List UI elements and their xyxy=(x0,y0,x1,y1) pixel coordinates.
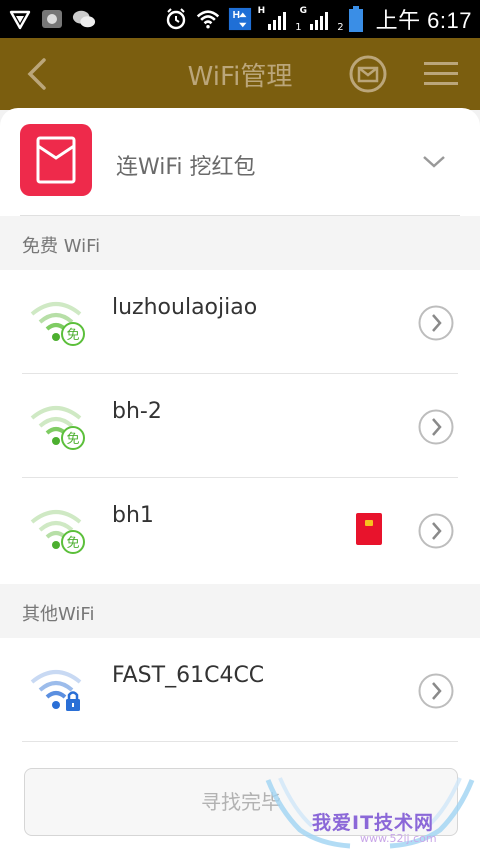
chevron-right-icon[interactable] xyxy=(418,409,454,445)
red-packet-badge-icon[interactable] xyxy=(355,512,383,546)
svg-text:H: H xyxy=(232,10,239,21)
app-security-icon xyxy=(40,7,64,31)
redpacket-panel-header[interactable]: 连WiFi 挖红包 xyxy=(0,108,480,216)
wifi-row-bh1[interactable]: 免 bh1 xyxy=(0,478,480,582)
chevron-right-icon[interactable] xyxy=(418,513,454,549)
alarm-icon xyxy=(164,7,188,31)
wifi-row-bh-2[interactable]: 免 bh-2 xyxy=(0,374,480,478)
free-wifi-section-header: 免费 WiFi xyxy=(0,216,480,271)
envelope-icon xyxy=(349,55,387,93)
free-wifi-icon: 免 xyxy=(28,296,90,348)
red-envelope-button[interactable] xyxy=(348,54,388,94)
signal-strength-sim1-icon: H 1 xyxy=(257,6,302,33)
data-transfer-icon: H xyxy=(228,7,252,31)
section-label: 其他WiFi xyxy=(22,604,95,625)
svg-text:免: 免 xyxy=(66,328,79,343)
free-wifi-icon: 免 xyxy=(28,504,90,556)
red-packet-icon xyxy=(20,124,92,196)
watermark-url: www.52ij.com xyxy=(360,832,437,845)
status-bar: H H 1 G 2 上午 6:17 xyxy=(0,0,480,38)
wifi-ssid: luzhoulaojiao xyxy=(112,295,258,320)
chevron-right-icon[interactable] xyxy=(418,673,454,709)
locked-wifi-icon xyxy=(28,664,90,716)
svg-text:免: 免 xyxy=(66,432,79,447)
shield-icon xyxy=(8,7,32,31)
divider xyxy=(22,741,458,742)
clock-time: 上午 6:17 xyxy=(375,8,472,33)
free-wifi-icon: 免 xyxy=(28,400,90,452)
wifi-ssid: bh1 xyxy=(112,503,154,528)
menu-button[interactable] xyxy=(424,60,458,88)
chevron-right-icon[interactable] xyxy=(418,305,454,341)
svg-text:免: 免 xyxy=(66,536,79,551)
wechat-icon xyxy=(72,7,96,31)
watermark-text: 我爱IT技术网 xyxy=(312,812,435,834)
battery-icon xyxy=(344,6,368,32)
wifi-row-fast-61c4cc[interactable]: FAST_61C4CC xyxy=(0,638,480,742)
chevron-down-icon[interactable] xyxy=(420,152,448,172)
hamburger-menu-icon xyxy=(424,62,458,85)
signal-strength-sim2-icon: G 2 xyxy=(299,6,344,33)
page-title: WiFi管理 xyxy=(187,62,293,92)
wifi-row-luzhoulaojiao[interactable]: 免 luzhoulaojiao xyxy=(0,270,480,374)
wifi-ssid: bh-2 xyxy=(112,399,162,424)
section-label: 免费 WiFi xyxy=(22,236,101,257)
app-header: WiFi管理 xyxy=(0,38,480,110)
wifi-ssid: FAST_61C4CC xyxy=(112,663,265,688)
panel-title: 连WiFi 挖红包 xyxy=(116,155,256,180)
wifi-status-icon xyxy=(196,7,220,31)
other-wifi-section-header: 其他WiFi xyxy=(0,584,480,639)
wifi-list-sheet: 连WiFi 挖红包 免费 WiFi 免 luzhoulaojiao 免 bh-2… xyxy=(0,108,480,854)
